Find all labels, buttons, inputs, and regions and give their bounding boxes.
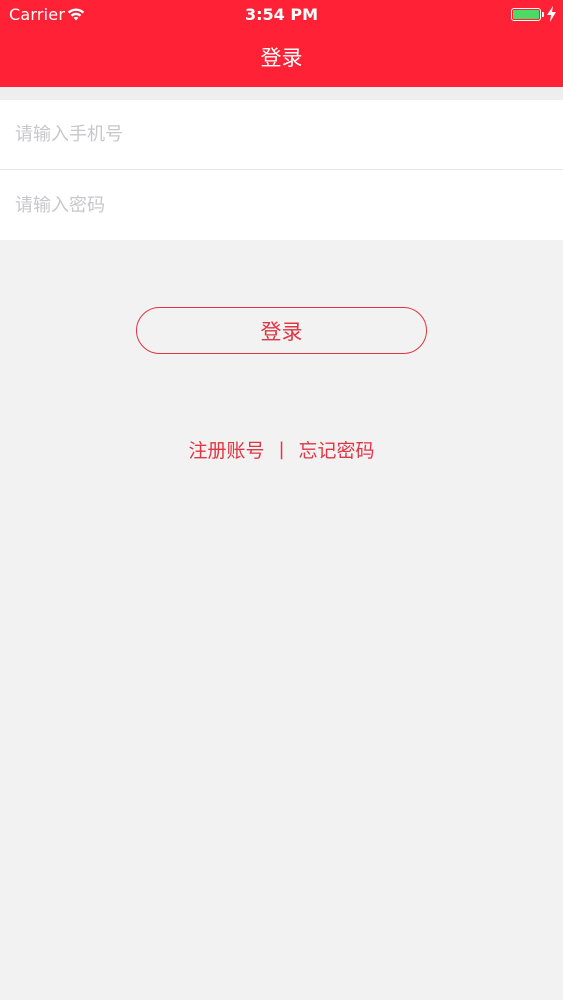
- status-bar: Carrier 3:54 PM: [0, 0, 563, 30]
- login-button[interactable]: 登录: [136, 307, 427, 354]
- account-links: 注册账号 | 忘记密码: [0, 436, 563, 463]
- header-separator: [0, 87, 563, 100]
- register-link[interactable]: 注册账号: [188, 436, 264, 463]
- page-title: 登录: [260, 46, 303, 70]
- password-input[interactable]: [15, 170, 545, 240]
- top-bar: Carrier 3:54 PM 登录: [0, 0, 563, 87]
- phone-field: [0, 100, 563, 170]
- battery-icon: [511, 8, 541, 21]
- battery-tip: [542, 12, 544, 17]
- bolt-icon: [547, 6, 556, 22]
- link-divider: |: [278, 439, 285, 460]
- password-field: [0, 170, 563, 240]
- phone-input[interactable]: [15, 100, 545, 169]
- forgot-password-link[interactable]: 忘记密码: [299, 436, 375, 463]
- status-time: 3:54 PM: [244, 5, 318, 24]
- battery-level: [513, 10, 539, 19]
